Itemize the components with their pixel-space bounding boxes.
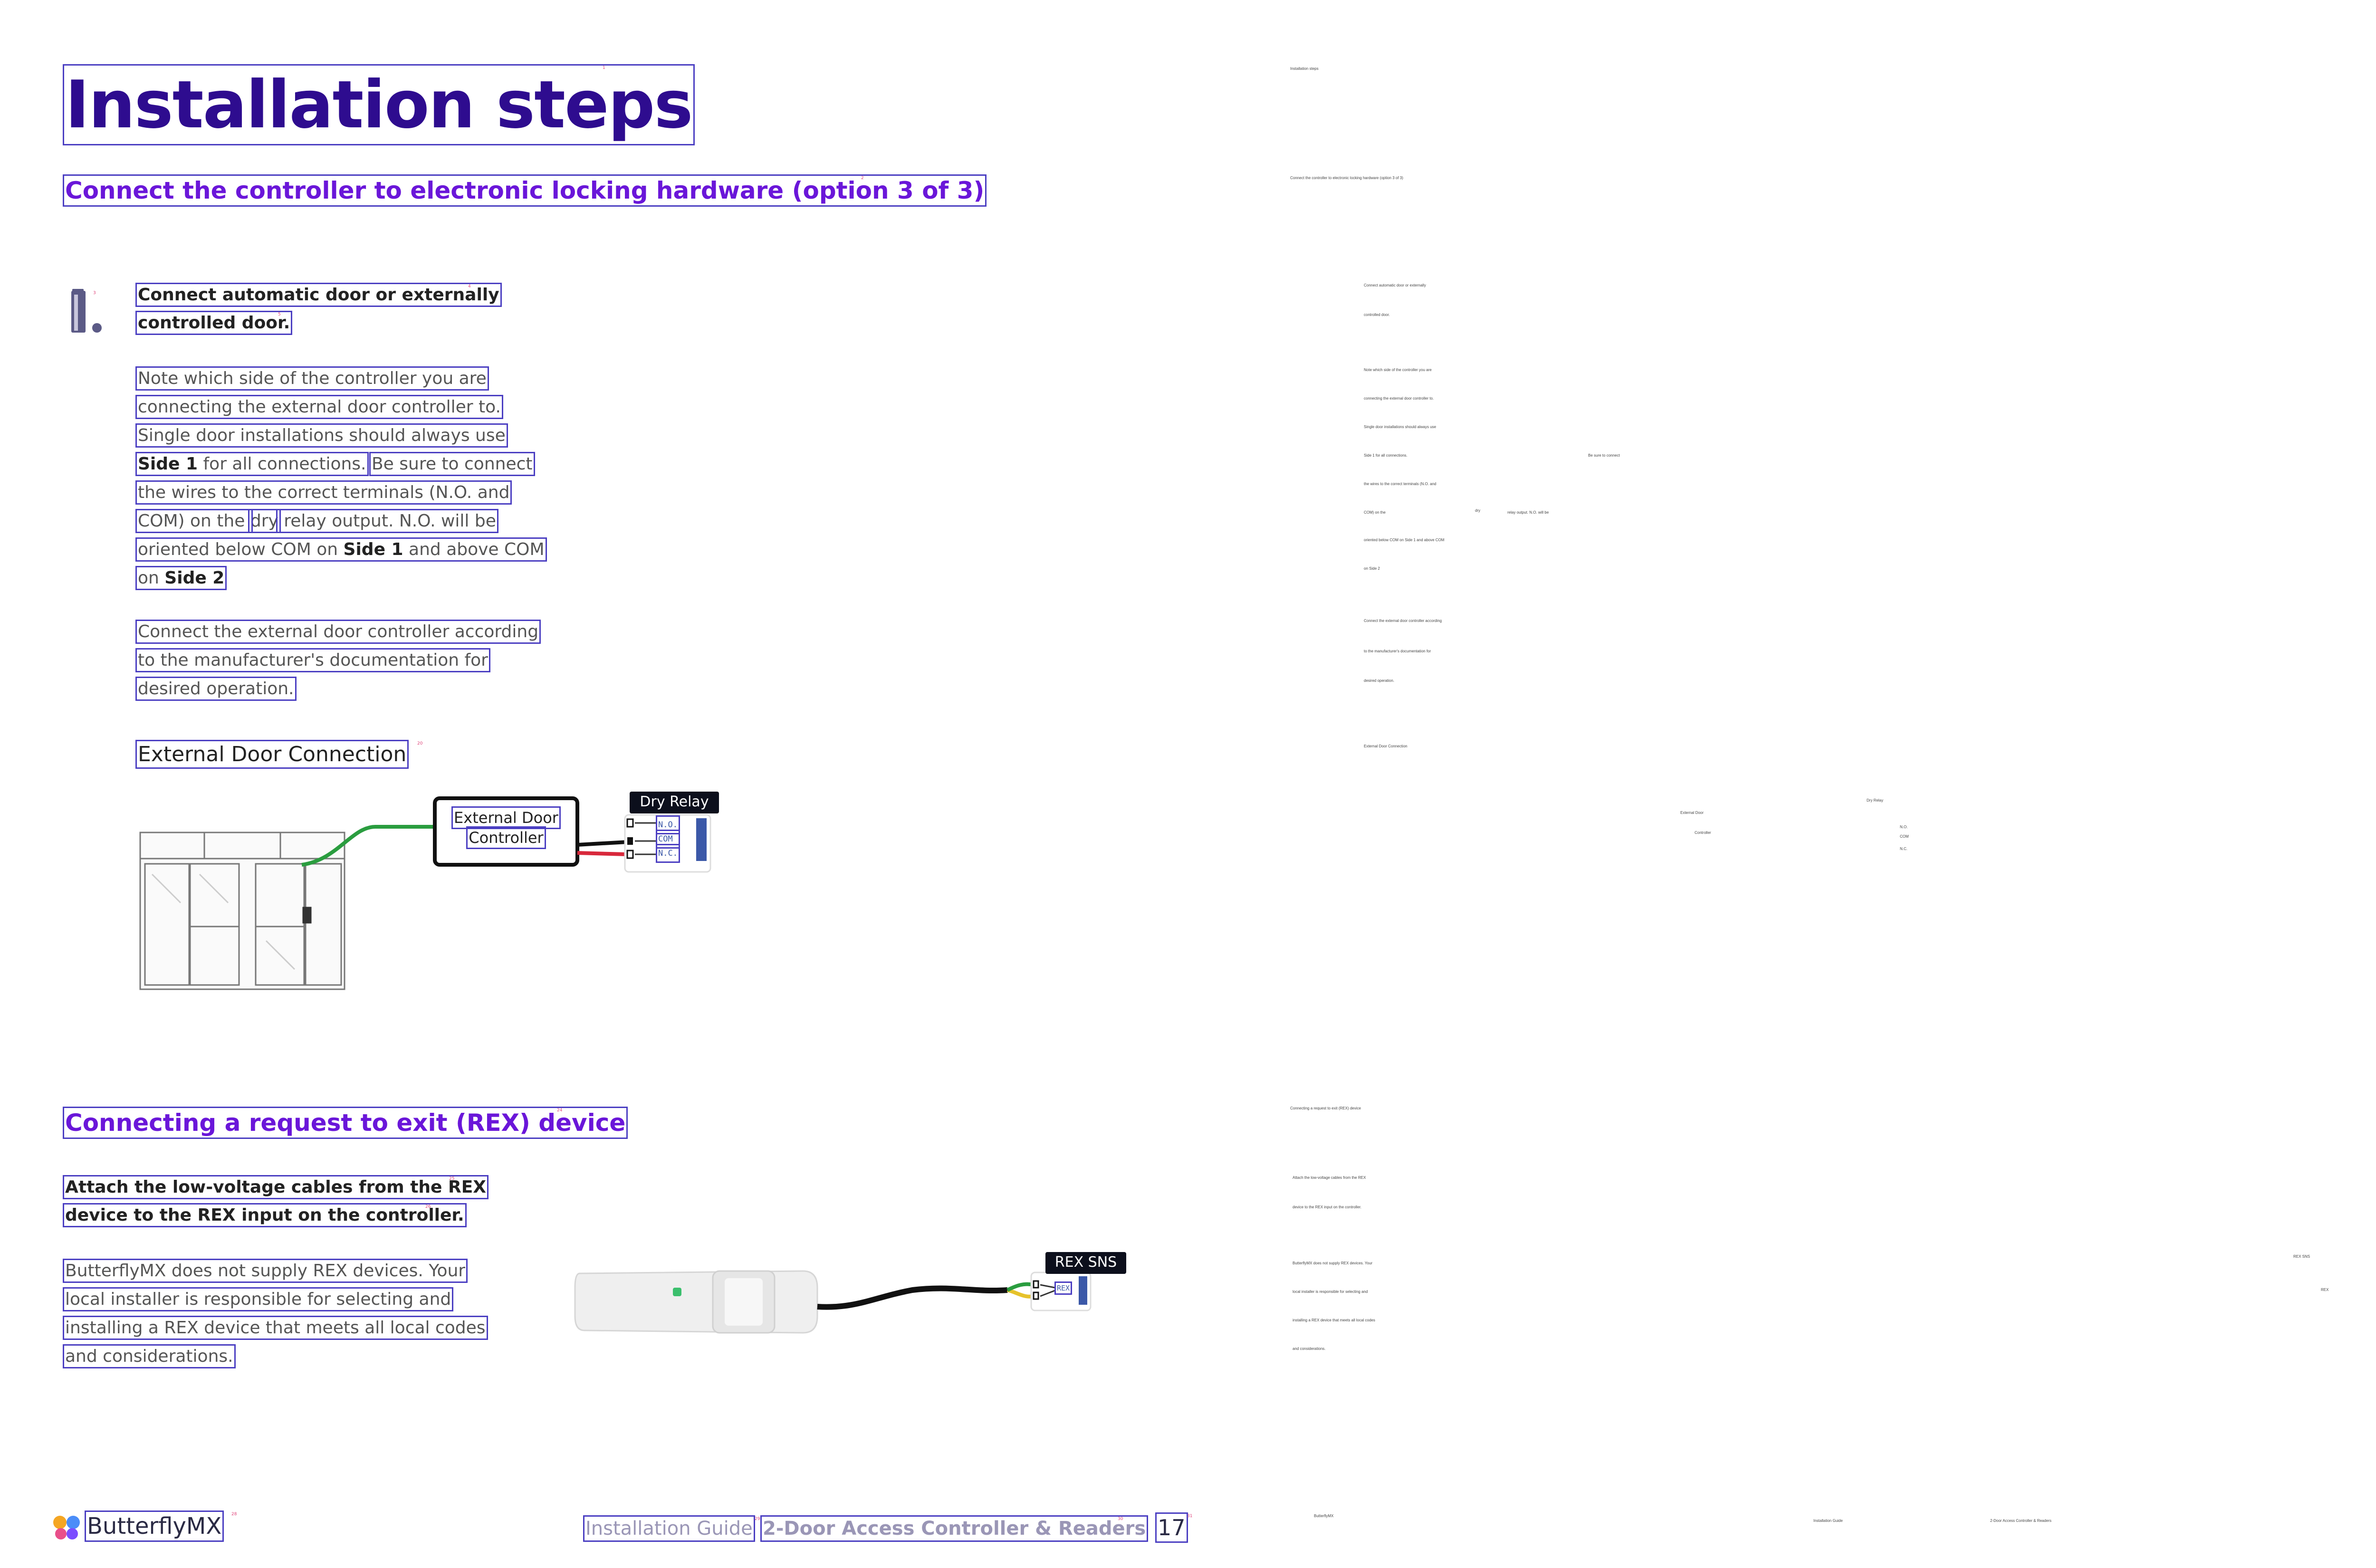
external-door-controller-label: External Door Controller: [449, 806, 563, 849]
step-2-title-line1: Attach the low-voltage cables from the R…: [62, 1175, 489, 1199]
mini-p1-l3: Single door installations should always …: [1364, 425, 1437, 429]
step-2-title-line2: device to the REX input on the controlle…: [63, 1203, 467, 1227]
terminal-com-label: COM: [656, 830, 680, 849]
mini-p1-l8: on Side 2: [1364, 566, 1380, 571]
p1-line8-bold: Side 2: [164, 568, 225, 588]
p1-line7a: oriented below COM on: [138, 540, 344, 559]
footer-page-number: 17: [1155, 1512, 1188, 1543]
mini-com: COM: [1900, 834, 1909, 839]
mini-p2-l1: Connect the external door controller acc…: [1364, 619, 1442, 623]
mini-p1-l2: connecting the external door controller …: [1364, 396, 1434, 401]
p1-line1: Note which side of the controller you ar…: [135, 366, 489, 391]
mini-brand: ButterflyMX: [1314, 1514, 1334, 1518]
controller-label-line1: External Door: [451, 806, 561, 829]
mini-section1: Connect the controller to electronic loc…: [1290, 176, 1403, 180]
terminal-nc-label: N.C.: [656, 844, 680, 863]
section-heading-locking-hardware: Connect the controller to electronic loc…: [62, 174, 987, 207]
relay-terminal-labels: N.O. COM N.C.: [656, 815, 680, 863]
footer-guide: Installation Guide: [583, 1515, 755, 1542]
mini-p1-l1: Note which side of the controller you ar…: [1364, 368, 1432, 372]
dry-relay-label: Dry Relay: [640, 794, 709, 810]
p1-line4b: Be sure to connect: [369, 452, 535, 476]
mini-p1-l6c: relay output. N.O. will be: [1507, 510, 1549, 515]
rex-black-cable: [817, 1285, 1008, 1310]
rex-line2: local installer is responsible for selec…: [62, 1287, 454, 1311]
rex-sensor-illustration: [574, 1270, 818, 1334]
butterflymx-logo-icon: [52, 1514, 81, 1542]
step-1-paragraph-2: Connect the external door controller acc…: [135, 618, 541, 703]
mini-no: N.O.: [1900, 825, 1908, 829]
footer-brand: ButterflyMX: [84, 1511, 224, 1542]
mini-rex-l2: local installer is responsible for selec…: [1293, 1290, 1368, 1294]
rex-line4: and considerations.: [63, 1344, 236, 1368]
mini-controller-l1: External Door: [1680, 811, 1704, 815]
step-2-paragraph: ButterflyMX does not supply REX devices.…: [62, 1257, 488, 1371]
mini-p1-l7: oriented below COM on Side 1 and above C…: [1364, 538, 1445, 542]
p1-line4-rest: for all connections.: [198, 454, 366, 474]
rex-sns-label: REX SNS: [1054, 1254, 1117, 1271]
p1-line5: the wires to the correct terminals (N.O.…: [135, 480, 512, 505]
rex-green-wire: [1006, 1282, 1034, 1292]
p1-line8: on Side 2: [135, 566, 227, 590]
controller-label-line2: Controller: [466, 826, 546, 849]
p1-line7-bold: Side 1: [343, 540, 403, 559]
p1-line6a: COM) on the: [135, 509, 253, 533]
mini-step1-l2: controlled door.: [1364, 313, 1390, 317]
rex-line3: installing a REX device that meets all l…: [63, 1316, 488, 1340]
mini-nc: N.C.: [1900, 847, 1907, 851]
p1-line7c: and above COM: [403, 540, 545, 559]
p1-line3: Single door installations should always …: [135, 423, 508, 448]
mini-subheading: External Door Connection: [1364, 744, 1408, 748]
p2-line2: to the manufacturer's documentation for: [135, 648, 490, 672]
mini-title: Installation steps: [1290, 67, 1319, 71]
mini-step1-l1: Connect automatic door or externally: [1364, 283, 1426, 287]
step-1-icon: [69, 288, 104, 334]
mini-p1-l5: the wires to the correct terminals (N.O.…: [1364, 482, 1437, 486]
mini-rex-l4: and considerations.: [1293, 1347, 1326, 1351]
step-1-title-line1: Connect automatic door or externally: [135, 283, 502, 307]
rex-terminal-label: REX: [1054, 1281, 1073, 1295]
rex-device-diagram: REX SNS REX: [570, 1245, 1140, 1354]
automatic-door-illustration: [139, 832, 345, 990]
p2-line1: Connect the external door controller acc…: [135, 620, 541, 644]
rex-line1: ButterflyMX does not supply REX devices.…: [62, 1259, 468, 1283]
mini-product: 2-Door Access Controller & Readers: [1990, 1519, 2051, 1523]
mini-rex-terminal: REX: [2321, 1288, 2329, 1292]
external-door-diagram: External Door Controller Dry Relay N.O. …: [138, 789, 737, 993]
p1-line6c: relay output. N.O. will be: [276, 509, 498, 533]
step-1-title-line2: controlled door.: [135, 311, 293, 335]
step-1-paragraph-1: Note which side of the controller you ar…: [135, 364, 547, 593]
mini-p1-l4: Side 1 for all connections.: [1364, 453, 1408, 458]
page-title: Installation steps: [63, 64, 695, 145]
mini-p2-l2: to the manufacturer's documentation for: [1364, 649, 1431, 653]
mini-p1-l6b: dry: [1475, 508, 1481, 513]
mini-step2-l2: device to the REX input on the controlle…: [1293, 1205, 1361, 1209]
mini-rex-sns: REX SNS: [2293, 1254, 2310, 1259]
mini-section2: Connecting a request to exit (REX) devic…: [1290, 1106, 1361, 1110]
mini-p2-l3: desired operation.: [1364, 679, 1395, 683]
rex-yellow-wire: [1006, 1288, 1034, 1299]
mini-relay: Dry Relay: [1867, 798, 1884, 803]
section-heading-rex: Connecting a request to exit (REX) devic…: [62, 1107, 628, 1139]
p1-line4a: Side 1 for all connections.: [135, 452, 369, 476]
p2-line3: desired operation.: [135, 677, 297, 701]
mini-rex-l1: ButterflyMX does not supply REX devices.…: [1293, 1261, 1373, 1265]
p1-line8a: on: [138, 568, 165, 588]
mini-step2-l1: Attach the low-voltage cables from the R…: [1293, 1176, 1366, 1180]
p1-line6b-dry: dry: [248, 509, 281, 533]
mini-controller-l2: Controller: [1695, 831, 1711, 835]
footer-product: 2-Door Access Controller & Readers: [760, 1515, 1149, 1542]
mini-rex-l3: installing a REX device that meets all l…: [1293, 1318, 1375, 1322]
mini-p1-l6a: COM) on the: [1364, 510, 1386, 515]
terminal-no-label: N.O.: [656, 815, 680, 834]
mini-guide: Installation Guide: [1813, 1519, 1843, 1523]
external-door-connection-heading: External Door Connection: [135, 740, 409, 769]
side-1-bold: Side 1: [138, 454, 198, 474]
p1-line2: connecting the external door controller …: [135, 395, 503, 419]
mini-p1-l4b: Be sure to connect: [1588, 453, 1620, 458]
p1-line7: oriented below COM on Side 1 and above C…: [135, 537, 547, 562]
